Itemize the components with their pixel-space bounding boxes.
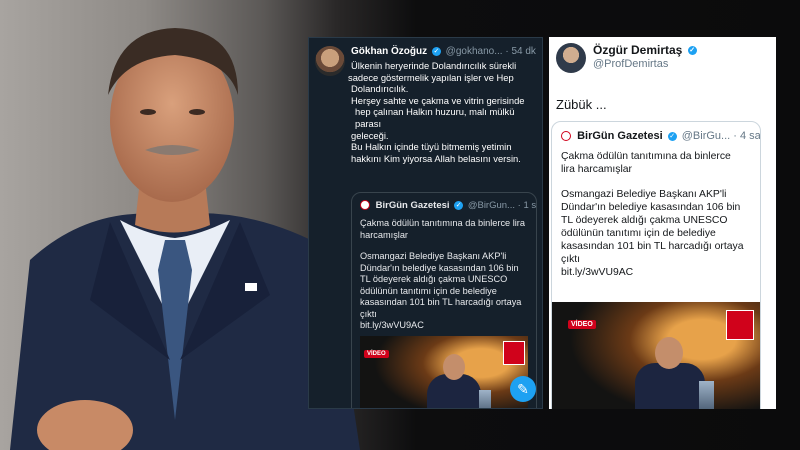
verified-icon: ✓ (667, 131, 677, 141)
award-trophy (699, 381, 715, 409)
quoted-text-line: Dündar'ın belediye kasasından 106 bin (360, 262, 519, 273)
quoted-tweet-text: Osmangazi Belediye Başkanı AKP'li Dündar… (561, 188, 752, 279)
thumbnail-inset (726, 310, 754, 340)
tweet-text: Ülkenin heryerinde Dolandırıcılık sürekl… (348, 60, 534, 164)
avatar[interactable] (315, 46, 345, 76)
person-suit (635, 363, 706, 409)
birgun-logo-icon (561, 131, 571, 142)
video-badge: VİDEO (568, 320, 596, 329)
author-handle[interactable]: @gokhano... (446, 46, 503, 57)
tweet-line: Ülkenin heryerinde Dolandırıcılık sürekl… (351, 60, 517, 71)
quoted-author-name: BirGün Gazetesi (577, 130, 663, 142)
quoted-link[interactable]: bit.ly/3wVU9AC (561, 266, 752, 279)
quoted-text-line: TL ödeyerek aldığı çakma UNESCO (561, 215, 728, 226)
tweet-line: hakkını Kim yiyorsa Allah belasını versi… (351, 152, 521, 164)
quoted-title-line: Çakma ödülün tanıtımına da binlerce (561, 151, 731, 162)
quoted-author-name: BirGün Gazetesi (375, 200, 450, 211)
verified-icon: ✓ (454, 200, 464, 210)
quoted-media-image[interactable]: VİDEO (552, 302, 760, 409)
feather-icon: ✎ (517, 381, 529, 397)
quoted-text-line: ödülünün tanıtımı için de belediye (561, 228, 716, 239)
quoted-text-line: kasasından 101 bin TL harcadığı ortaya (360, 297, 522, 307)
quoted-text-line: TL ödeyerek aldığı çakma UNESCO (360, 274, 508, 284)
verified-icon: ✓ (431, 46, 441, 56)
quoted-title-line: harcamışlar (360, 229, 408, 240)
compose-tweet-button[interactable]: ✎ (510, 376, 536, 402)
avatar[interactable] (556, 43, 586, 73)
author-name[interactable]: Özgür Demirtaş (593, 43, 682, 57)
quoted-tweet-title: Çakma ödülün tanıtımına da binlerce lira… (360, 218, 528, 241)
quoted-author-handle: @BirGu... (681, 130, 731, 142)
quoted-tweet[interactable]: BirGün Gazetesi ✓ @BirGu... · 4 sa Çakma… (551, 121, 761, 409)
tweet-text: Zübük ... (556, 97, 607, 112)
quoted-text-line: çıktı (360, 308, 377, 319)
politician-photo (10, 28, 360, 450)
quoted-text-line: Dündar'ın belediye kasasından 106 bin (561, 202, 741, 213)
quoted-title-line: lira harcamışlar (561, 164, 633, 175)
quoted-tweet-time: 1 sa (523, 200, 537, 211)
verified-icon: ✓ (687, 46, 697, 56)
tweet-line: sadece göstermelik yapılan işler ve Hep (348, 71, 514, 83)
video-badge: VİDEO (364, 350, 389, 358)
quoted-title-line: Çakma ödülün tanıtımına da binlerce lira (360, 218, 525, 228)
quoted-media-image[interactable]: VİDEO (360, 336, 528, 408)
author-name-row: Özgür Demirtaş ✓ (593, 43, 699, 57)
separator-dot: · (517, 200, 521, 211)
quoted-tweet-time: · 4 sa (733, 130, 761, 142)
quoted-link[interactable]: bit.ly/3wVU9AC (360, 320, 528, 332)
tweet-card-light: Özgür Demirtaş ✓ @ProfDemirtas Zübük ...… (549, 37, 776, 409)
tweet-line: Herşey sahte ve çakma ve vitrin gerisind… (351, 94, 525, 106)
quoted-text-line: Osmangazi Belediye Başkanı AKP'li (360, 251, 507, 261)
tweet-card-dark: Gökhan Özoğuz ✓ @gokhano... · 54 dk Ülke… (308, 37, 543, 409)
quoted-text-line: çıktı (561, 254, 581, 265)
award-trophy (479, 390, 492, 408)
quoted-author-handle: @BirGun... (467, 200, 515, 211)
quoted-tweet[interactable]: BirGün Gazetesi ✓ @BirGun... · 1 sa Çakm… (351, 192, 537, 408)
quoted-text-line: ödülünün tanıtımı için de belediye (360, 285, 497, 296)
quoted-text-line: Osmangazi Belediye Başkanı AKP'li (561, 189, 727, 200)
birgun-logo-icon (360, 200, 370, 211)
thumbnail-inset (503, 341, 525, 365)
quoted-tweet-header: BirGün Gazetesi ✓ @BirGu... · 4 sa (561, 130, 760, 142)
quoted-tweet-header: BirGün Gazetesi ✓ @BirGun... · 1 sa (360, 200, 536, 211)
person-face (655, 337, 684, 369)
tweet-line: Bu Halkın içinde tüyü bitmemiş yetimin (351, 141, 512, 153)
tweet-header: Gökhan Özoğuz ✓ @gokhano... · 54 dk (351, 46, 536, 57)
tweet-line: Dolandırıcılık. (351, 83, 409, 95)
tweet-line: hep çalınan Halkın huzuru, malı mülkü pa… (355, 106, 515, 129)
quoted-tweet-text: Osmangazi Belediye Başkanı AKP'li Dündar… (360, 251, 528, 332)
author-handle[interactable]: @ProfDemirtas (593, 58, 668, 70)
quoted-tweet-title: Çakma ödülün tanıtımına da binlerce lira… (561, 150, 752, 176)
tweet-time[interactable]: 54 dk (511, 46, 535, 57)
separator-dot: · (505, 46, 509, 57)
quoted-text-line: kasasından 101 bin TL harcadığı ortaya (561, 241, 744, 252)
tweet-line: geleceği. (351, 129, 389, 141)
author-name[interactable]: Gökhan Özoğuz (351, 46, 427, 57)
